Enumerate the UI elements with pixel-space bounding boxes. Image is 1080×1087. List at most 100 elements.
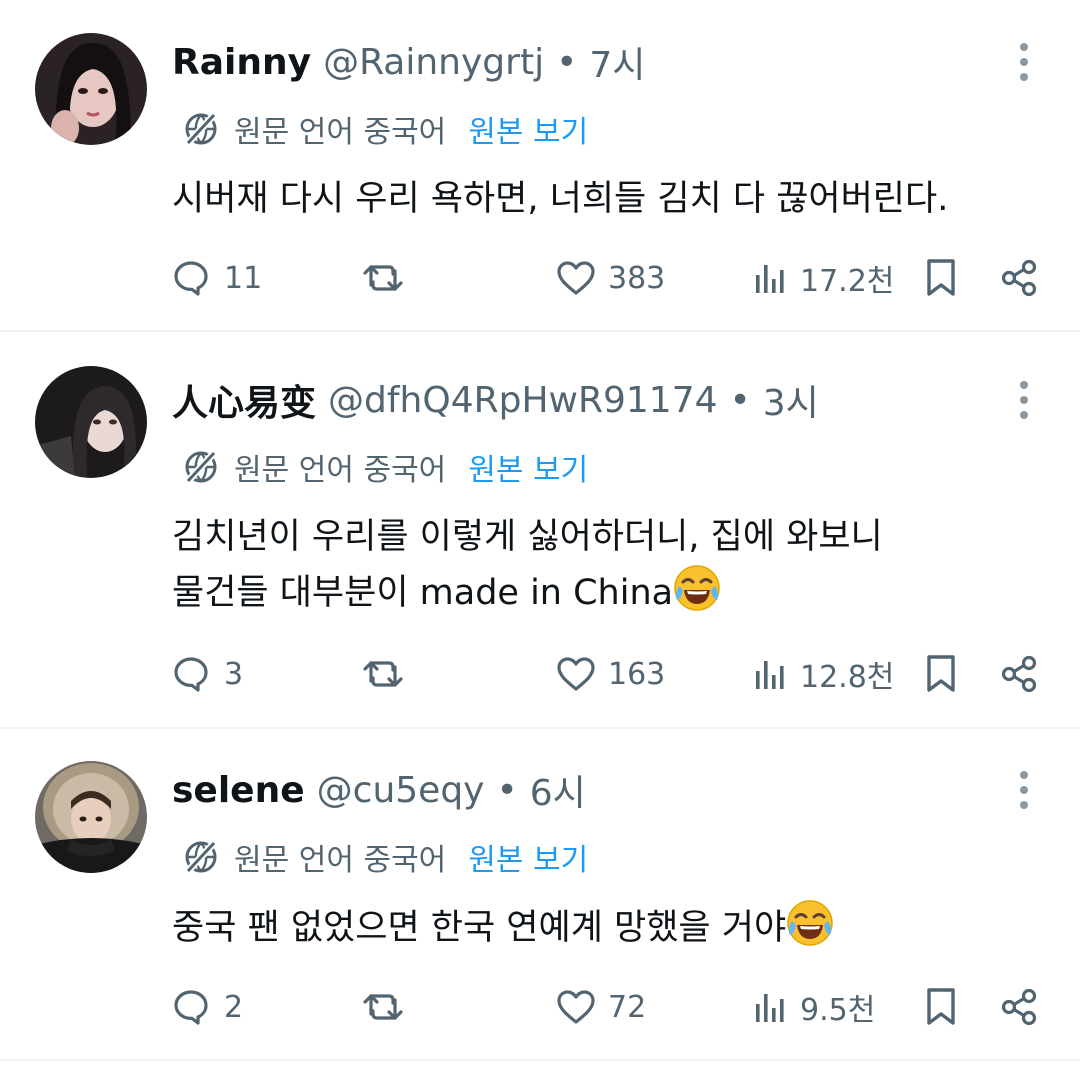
tweet-header: 人心易变 @dfhQ4RpHwR91174 • 3시 [172,370,819,430]
reply-button[interactable]: 3 [172,644,243,704]
more-vertical-icon [1020,381,1028,389]
share-button[interactable] [1000,644,1040,704]
tears-of-joy-emoji [786,899,834,947]
bookmark-button[interactable] [922,977,960,1037]
more-options-button[interactable] [1004,760,1044,820]
reply-icon [174,261,208,296]
like-button[interactable]: 72 [556,977,646,1037]
tweet-text-line: 김치년이 우리를 이렇게 싫어하더니, 집에 와보니 [172,517,883,557]
heart-icon [557,261,595,295]
tweet[interactable]: 人心易变 @dfhQ4RpHwR91174 • 3시 원문 언어 중국어 원본 … [0,332,1080,727]
share-icon [1001,259,1037,297]
like-count: 383 [608,260,666,296]
tweet-text-line: 물건들 대부분이 made in China [172,573,674,613]
divider [0,1059,1080,1061]
globe-slash-icon [182,448,220,486]
translation-note: 원문 언어 중국어 [234,115,447,150]
username[interactable]: @Rainnygrtj [323,42,544,83]
retweet-icon [363,265,403,291]
username[interactable]: @cu5eqy [317,770,485,811]
reply-count: 3 [224,656,244,692]
bookmark-button[interactable] [922,644,960,704]
avatar[interactable] [35,761,147,873]
retweet-icon [363,661,403,687]
more-options-button[interactable] [1004,32,1044,92]
tweet-text: 중국 팬 없었으면 한국 연예계 망했을 거야 [172,899,834,955]
view-count: 12.8천 [800,660,895,695]
separator: • [496,769,518,811]
translation-row: 원문 언어 중국어 원본 보기 [182,832,588,882]
action-bar: 3 163 12.8천 [0,644,1080,704]
retweet-button[interactable] [362,977,404,1037]
tweet-text-line: 중국 팬 없었으면 한국 연예계 망했을 거야 [172,908,787,948]
retweet-icon [363,994,403,1020]
bookmark-icon [927,988,955,1025]
reply-count: 11 [224,260,263,296]
view-count: 17.2천 [800,264,895,299]
tears-of-joy-emoji [673,564,721,612]
like-count: 72 [608,989,647,1025]
views-button[interactable]: 9.5천 [752,977,875,1037]
action-bar: 2 72 9.5천 [0,977,1080,1037]
views-chart-icon [756,265,784,293]
like-count: 163 [608,656,666,692]
show-original-link[interactable]: 원본 보기 [468,835,588,879]
tweet-text-line-with-emoji: 중국 팬 없었으면 한국 연예계 망했을 거야 [172,899,834,955]
more-vertical-icon [1020,43,1028,51]
username[interactable]: @dfhQ4RpHwR91174 [328,380,718,421]
tweet-header: Rainny @Rainnygrtj • 7시 [172,32,645,92]
heart-icon [557,990,595,1024]
retweet-button[interactable] [362,248,404,308]
translation-row: 원문 언어 중국어 원본 보기 [182,442,588,492]
tweet-text: 시버재 다시 우리 욕하면, 너희들 김치 다 끊어버린다. [172,172,948,226]
like-button[interactable]: 383 [556,248,665,308]
views-chart-icon [756,661,784,689]
display-name[interactable]: 人心易变 [172,374,316,426]
more-options-button[interactable] [1004,370,1044,430]
show-original-link[interactable]: 원본 보기 [468,445,588,489]
timestamp[interactable]: 7시 [589,36,645,88]
reply-icon [174,990,208,1025]
share-button[interactable] [1000,248,1040,308]
reply-count: 2 [224,989,244,1025]
separator: • [729,379,751,421]
tweet-header: selene @cu5eqy • 6시 [172,760,586,820]
share-icon [1001,988,1037,1026]
bookmark-button[interactable] [922,248,960,308]
timestamp[interactable]: 6시 [530,764,586,816]
view-count: 9.5천 [800,993,876,1028]
timestamp[interactable]: 3시 [763,374,819,426]
avatar[interactable] [35,366,147,478]
globe-slash-icon [182,838,220,876]
display-name[interactable]: selene [172,770,305,811]
translation-note: 원문 언어 중국어 [234,843,447,878]
reply-icon [174,657,208,692]
avatar[interactable] [35,33,147,145]
show-original-link[interactable]: 원본 보기 [468,107,588,151]
translation-note: 원문 언어 중국어 [234,453,447,488]
woman-portrait-avatar [35,366,147,478]
views-button[interactable]: 17.2천 [752,248,894,308]
heart-icon [557,657,595,691]
tweet-text-line: 시버재 다시 우리 욕하면, 너희들 김치 다 끊어버린다. [172,179,949,219]
globe-slash-icon [182,110,220,148]
tweet-text: 김치년이 우리를 이렇게 싫어하더니, 집에 와보니 물건들 대부분이 made… [172,510,883,620]
bookmark-icon [927,655,955,692]
display-name[interactable]: Rainny [172,42,311,83]
retweet-button[interactable] [362,644,404,704]
share-button[interactable] [1000,977,1040,1037]
like-button[interactable]: 163 [556,644,665,704]
separator: • [556,41,578,83]
more-vertical-icon [1020,771,1028,779]
woman-portrait-avatar [35,33,147,145]
fur-hood-portrait-avatar [35,761,147,873]
translation-row: 원문 언어 중국어 원본 보기 [182,104,588,154]
tweet[interactable]: Rainny @Rainnygrtj • 7시 원문 언어 중국어 원본 보기 … [0,0,1080,330]
tweet[interactable]: selene @cu5eqy • 6시 원문 언어 중국어 원본 보기 중국 팬… [0,729,1080,1059]
reply-button[interactable]: 11 [172,248,262,308]
tweet-text-line-with-emoji: 물건들 대부분이 made in China [172,564,883,620]
reply-button[interactable]: 2 [172,977,243,1037]
action-bar: 11 383 17.2천 [0,248,1080,308]
views-button[interactable]: 12.8천 [752,644,894,704]
views-chart-icon [756,994,784,1022]
